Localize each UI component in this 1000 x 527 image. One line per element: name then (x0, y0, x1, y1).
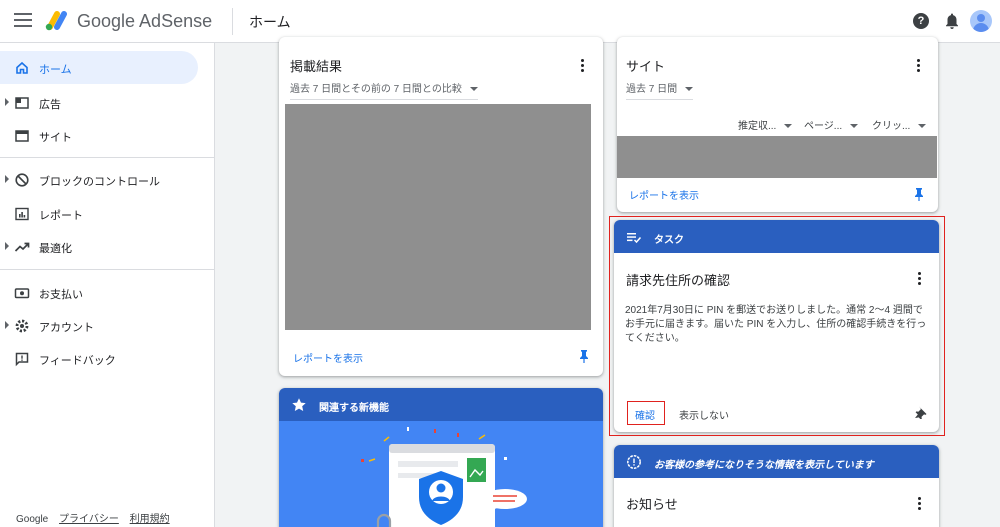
announcements-title: お知らせ (626, 497, 678, 512)
column-header-label: ページ... (804, 121, 843, 132)
confirm-highlight-box (627, 401, 665, 425)
adsense-logo[interactable] (44, 10, 70, 32)
more-options-icon[interactable] (581, 59, 585, 73)
reports-icon (15, 207, 29, 221)
star-icon (292, 398, 306, 411)
info-banner: お客様の参考になりそうな情報を表示しています (614, 445, 939, 478)
info-banner-title: お客様の参考になりそうな情報を表示しています (654, 460, 874, 471)
sites-card-title: サイト (626, 59, 666, 74)
view-report-link[interactable]: レポートを表示 (293, 350, 363, 365)
expand-caret-icon[interactable] (5, 242, 9, 250)
pin-icon[interactable] (579, 349, 589, 363)
column-header-estimated-earnings[interactable]: 推定収... (738, 117, 793, 132)
sort-arrow-icon (850, 124, 859, 129)
footer-terms-link[interactable]: 利用規約 (130, 514, 170, 525)
sidebar-item-label: ホーム (39, 64, 72, 76)
footer-privacy-link[interactable]: プライバシー (59, 514, 119, 525)
header-divider (232, 8, 233, 35)
account-settings-icon (15, 319, 29, 333)
brand-name[interactable]: Google AdSense (77, 11, 212, 32)
sidebar-item-label: ブロックのコントロール (39, 176, 160, 188)
sidebar-item-account[interactable]: アカウント (0, 309, 198, 342)
dropdown-arrow-icon (469, 87, 478, 92)
info-alert-icon (627, 455, 641, 469)
column-header-label: クリッ... (872, 121, 911, 132)
sort-arrow-icon (918, 124, 927, 129)
expand-caret-icon[interactable] (5, 321, 9, 329)
sidebar-item-label: 広告 (39, 99, 61, 111)
performance-card-title: 掲載結果 (290, 59, 343, 74)
column-header-clicks[interactable]: クリッ... (872, 117, 927, 132)
sidebar-item-sites[interactable]: サイト (0, 119, 198, 152)
new-features-banner: 関連する新機能 (279, 388, 603, 421)
home-icon (16, 61, 28, 74)
dropdown-arrow-icon (685, 87, 694, 92)
chart-placeholder (285, 104, 591, 330)
account-avatar[interactable] (970, 10, 992, 32)
block-icon (15, 173, 29, 187)
date-range-dropdown[interactable]: 過去 7 日間とその前の 7 日間との比較 (290, 80, 478, 100)
column-header-label: 推定収... (738, 121, 777, 132)
sidebar-item-label: アカウント (39, 322, 94, 334)
sidebar-item-reports[interactable]: レポート (0, 197, 198, 230)
sidebar-item-label: サイト (39, 132, 72, 144)
more-options-icon[interactable] (917, 59, 921, 73)
sidebar-item-label: お支払い (39, 289, 83, 301)
sidebar-item-label: 最適化 (39, 243, 72, 255)
notifications-bell-icon[interactable] (944, 12, 960, 30)
sidebar-item-payments[interactable]: お支払い (0, 276, 198, 309)
sidebar-item-home[interactable]: ホーム (0, 51, 198, 84)
optimization-icon (14, 242, 30, 252)
expand-caret-icon[interactable] (5, 175, 9, 183)
table-placeholder (617, 136, 937, 178)
new-features-title: 関連する新機能 (319, 403, 389, 414)
sidebar-divider (0, 269, 215, 270)
sidebar-divider (0, 157, 215, 158)
view-report-link[interactable]: レポートを表示 (629, 187, 699, 202)
page-title: ホーム (249, 14, 291, 30)
sidebar-item-label: レポート (39, 210, 83, 222)
sidebar-footer: Google プライバシー 利用規約 (16, 510, 178, 525)
sites-card: サイト 過去 7 日間 推定収... ページ... クリッ... レポートを表示 (617, 37, 938, 212)
sites-date-range-dropdown[interactable]: 過去 7 日間 (626, 80, 694, 100)
new-features-illustration (279, 421, 603, 527)
footer-google-link[interactable]: Google (16, 514, 48, 525)
sidebar-item-label: フィードバック (39, 355, 116, 367)
column-header-pageviews[interactable]: ページ... (804, 117, 859, 132)
more-options-icon[interactable] (918, 497, 922, 511)
date-range-value: 過去 7 日間とその前の 7 日間との比較 (290, 84, 462, 95)
sidebar-item-ads[interactable]: 広告 (0, 86, 198, 119)
sidebar-item-optimization[interactable]: 最適化 (0, 230, 198, 263)
ads-icon (15, 97, 29, 109)
sidebar: ホーム 広告 サイト ブロックのコントロール レポート 最適化 お支払い アカウ… (0, 43, 215, 527)
main-menu-icon[interactable] (14, 13, 32, 27)
feedback-icon (15, 352, 29, 367)
info-card: お客様の参考になりそうな情報を表示しています お知らせ (614, 445, 939, 527)
sidebar-item-feedback[interactable]: フィードバック (0, 342, 198, 375)
pin-icon[interactable] (914, 187, 924, 201)
performance-card: 掲載結果 過去 7 日間とその前の 7 日間との比較 レポートを表示 (279, 37, 603, 376)
payments-icon (14, 288, 30, 299)
sidebar-item-block-controls[interactable]: ブロックのコントロール (0, 163, 198, 196)
expand-caret-icon[interactable] (5, 98, 9, 106)
sites-icon (15, 130, 29, 142)
help-icon[interactable]: ? (913, 13, 929, 29)
new-features-card: 関連する新機能 (279, 388, 603, 527)
sort-arrow-icon (784, 124, 793, 129)
date-range-value: 過去 7 日間 (626, 84, 678, 95)
